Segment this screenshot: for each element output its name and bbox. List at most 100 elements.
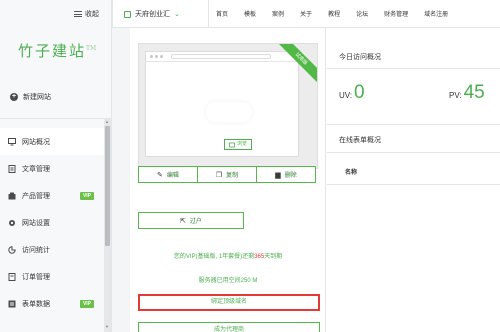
sidebar-item-label: 访问统计: [22, 246, 50, 254]
vip-badge: VIP: [79, 191, 94, 200]
nav-domain-register[interactable]: 域名注册: [424, 9, 448, 18]
table-divider: [327, 184, 500, 185]
uv-label: UV:: [339, 91, 353, 100]
scroll-down-icon[interactable]: ▼: [105, 324, 109, 329]
pencil-icon: ✎: [157, 171, 163, 179]
vip-status-prefix: 您的VIP(基础版, 1年套餐)还剩: [173, 254, 255, 260]
site-actions: ✎ 编辑 ❐ 复制 ▆ 删除: [138, 166, 318, 185]
sidebar-item-orders[interactable]: 订单管理: [0, 263, 104, 290]
app-window: 收起 竹子建站TM + 新建网站 网站概况 文章管理 产品管理 VIP 网站设置…: [0, 0, 500, 332]
sidebar-divider: [0, 118, 111, 119]
pv-metric: PV: 45: [449, 82, 485, 104]
scroll-up-icon[interactable]: ▲: [105, 119, 109, 124]
logo-tm: TM: [86, 45, 97, 52]
sidebar-menu: 网站概况 文章管理 产品管理 VIP 网站设置 访问统计 订单管理 表单数据 V…: [0, 128, 104, 317]
nav-cases[interactable]: 案例: [272, 9, 284, 18]
top-bar: 天府创业汇 ⌄ 首页 模板 案例 关于 教程 论坛 财务管理 域名注册: [112, 0, 500, 28]
form-name-column: 名称: [345, 170, 358, 176]
nav-about[interactable]: 关于: [300, 9, 312, 18]
top-nav: 首页 模板 案例 关于 教程 论坛 财务管理 域名注册: [216, 9, 464, 18]
edit-button[interactable]: ✎ 编辑: [138, 166, 198, 183]
box-icon: [8, 192, 16, 200]
nav-tutorials[interactable]: 教程: [328, 9, 340, 18]
vip-status-suffix: 天到期: [264, 254, 283, 260]
sidebar-item-articles[interactable]: 文章管理: [0, 155, 104, 182]
bind-domain-button[interactable]: 绑定顶级域名: [138, 294, 320, 311]
pv-label: PV:: [449, 91, 462, 100]
sidebar-item-settings[interactable]: 网站设置: [0, 209, 104, 236]
sidebar-item-products[interactable]: 产品管理 VIP: [0, 182, 104, 209]
preview-placeholder: [206, 102, 252, 122]
collapse-button[interactable]: 收起: [74, 9, 99, 19]
new-site-button[interactable]: + 新建网站: [10, 92, 51, 102]
topbar-separator: [208, 0, 209, 28]
section-divider: [327, 124, 500, 125]
address-bar: [171, 54, 271, 59]
vip-days: 365: [254, 254, 265, 260]
space-usage: 服务器已用空间250 M: [198, 278, 258, 284]
new-site-label: 新建网站: [23, 94, 51, 101]
sidebar-item-label: 网站概况: [22, 138, 50, 146]
copy-icon: ❐: [215, 171, 223, 179]
view-site-label: 浏览: [237, 141, 248, 147]
sidebar-item-statistics[interactable]: 访问统计: [0, 236, 104, 263]
section-divider: [327, 152, 500, 153]
edit-label: 编辑: [166, 173, 179, 179]
action-row: ✎ 编辑 ❐ 复制 ▆ 删除: [138, 166, 318, 183]
browser-dot: [150, 55, 153, 58]
topbar-separator: [112, 0, 113, 28]
chart-icon: [8, 245, 16, 254]
site-card: 浏览 试用版 ✎ 编辑 ❐ 复制 ▆ 删除 ⇱ 过户 您的VIP(基础版, 1年…: [130, 28, 326, 332]
site-selector[interactable]: 天府创业汇 ⌄: [124, 9, 180, 19]
gear-icon: [8, 219, 16, 227]
view-site-button[interactable]: 浏览: [224, 139, 253, 150]
sidebar-item-label: 网站设置: [22, 219, 50, 227]
sidebar-item-overview[interactable]: 网站概况: [0, 128, 104, 155]
vip-badge: VIP: [79, 299, 94, 308]
transfer-button[interactable]: ⇱ 过户: [138, 212, 244, 229]
main-panel: 浏览 试用版 ✎ 编辑 ❐ 复制 ▆ 删除 ⇱ 过户 您的VIP(基础版, 1年…: [130, 28, 500, 332]
nav-templates[interactable]: 模板: [244, 9, 256, 18]
form-icon: [8, 300, 16, 308]
sidebar-item-label: 订单管理: [22, 273, 50, 281]
external-link-icon: ⇱: [180, 217, 186, 225]
monitor-icon: [8, 137, 16, 146]
vip-status: 您的VIP(基础版, 1年套餐)还剩365天到期: [130, 251, 326, 260]
menu-icon: [74, 11, 82, 17]
document-icon: [8, 164, 16, 173]
browser-bar: [146, 52, 298, 62]
nav-home[interactable]: 首页: [216, 9, 228, 18]
pv-value: 45: [463, 82, 485, 103]
delete-label: 删除: [284, 173, 297, 179]
logo-text: 竹子建站: [18, 42, 87, 60]
site-icon: [124, 10, 131, 18]
browser-dot: [155, 55, 158, 58]
sidebar: 收起 竹子建站TM + 新建网站 网站概况 文章管理 产品管理 VIP 网站设置…: [0, 0, 112, 332]
cart-icon: [8, 272, 16, 281]
sidebar-item-forms[interactable]: 表单数据 VIP: [0, 290, 104, 317]
logo: 竹子建站TM: [18, 40, 96, 61]
sidebar-item-label: 文章管理: [22, 165, 50, 173]
delete-button[interactable]: ▆ 删除: [256, 166, 316, 183]
chevron-down-icon: ⌄: [174, 11, 180, 18]
site-selector-value: 天府创业汇: [135, 11, 170, 18]
copy-label: 复制: [226, 173, 239, 179]
uv-metric: UV: 0: [339, 82, 365, 104]
section-divider: [327, 68, 500, 69]
form-stats-title: 在线表单概况: [339, 137, 381, 144]
transfer-label: 过户: [189, 219, 202, 225]
nav-forum[interactable]: 论坛: [356, 9, 368, 18]
collapse-label: 收起: [85, 11, 99, 18]
trash-icon: ▆: [275, 171, 281, 179]
uv-value: 0: [354, 82, 365, 103]
become-agent-button[interactable]: 成为代理商: [138, 322, 320, 332]
nav-finance[interactable]: 财务管理: [384, 9, 408, 18]
visit-stats-title: 今日访问概况: [339, 54, 381, 61]
copy-button[interactable]: ❐ 复制: [197, 166, 257, 183]
sidebar-item-label: 产品管理: [22, 192, 50, 200]
view-icon: [229, 142, 235, 147]
sidebar-scroll-thumb[interactable]: [105, 126, 110, 246]
site-preview: 浏览 试用版: [138, 43, 318, 169]
stats-panel: 今日访问概况 UV: 0 PV: 45 在线表单概况 名称: [327, 28, 500, 332]
plus-circle-icon: +: [10, 93, 18, 101]
